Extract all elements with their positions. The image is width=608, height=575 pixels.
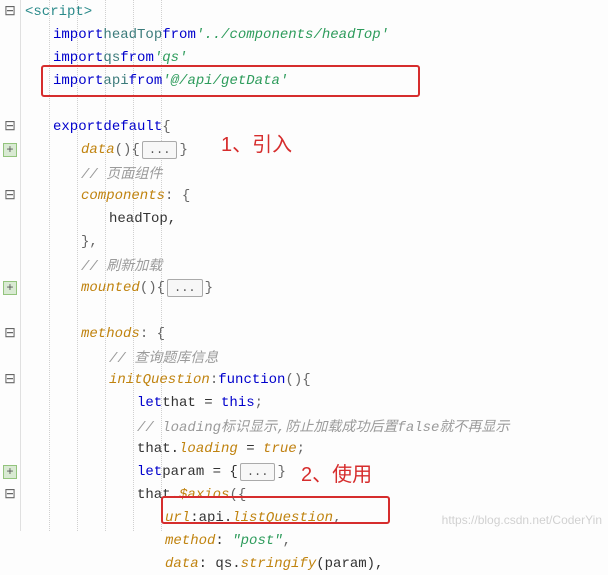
annotation-2: 2、使用 bbox=[301, 458, 372, 487]
fold-gutter: ⊟ ⊟ + ⊟ + ⊟ ⊟ + ⊟ bbox=[0, 0, 21, 531]
code-line: import qs from 'qs' bbox=[25, 46, 608, 69]
code-line: // 页面组件 bbox=[25, 161, 608, 184]
fold-toggle[interactable]: + bbox=[3, 281, 17, 295]
code-line: // 刷新加载 bbox=[25, 253, 608, 276]
fold-toggle[interactable]: ⊟ bbox=[4, 371, 16, 388]
fold-placeholder[interactable]: ... bbox=[240, 463, 276, 481]
code-line: <script> bbox=[25, 0, 608, 23]
fold-toggle[interactable]: ⊟ bbox=[4, 118, 16, 135]
fold-placeholder[interactable]: ... bbox=[167, 279, 203, 297]
code-line: components: { bbox=[25, 184, 608, 207]
code-line: data() {...} bbox=[25, 138, 608, 161]
fold-toggle[interactable]: ⊟ bbox=[4, 187, 16, 204]
code-line: }, bbox=[25, 230, 608, 253]
code-line: import api from '@/api/getData' bbox=[25, 69, 608, 92]
code-area: <script> import headTop from '../compone… bbox=[21, 0, 608, 531]
fold-placeholder[interactable]: ... bbox=[142, 141, 178, 159]
code-line: headTop, bbox=[25, 207, 608, 230]
code-line: methods: { bbox=[25, 322, 608, 345]
code-editor: ⊟ ⊟ + ⊟ + ⊟ ⊟ + ⊟ <script> import hea bbox=[0, 0, 608, 531]
code-line: that.loading = true; bbox=[25, 437, 608, 460]
fold-toggle[interactable]: + bbox=[3, 143, 17, 157]
code-line: mounted(){...} bbox=[25, 276, 608, 299]
fold-toggle[interactable]: ⊟ bbox=[4, 325, 16, 342]
code-line: import headTop from '../components/headT… bbox=[25, 23, 608, 46]
code-line: // 查询题库信息 bbox=[25, 345, 608, 368]
code-line: method: "post", bbox=[25, 529, 608, 552]
code-line: initQuestion:function(){ bbox=[25, 368, 608, 391]
script-open-tag: <script> bbox=[25, 4, 92, 20]
fold-toggle[interactable]: ⊟ bbox=[4, 486, 16, 503]
watermark: https://blog.csdn.net/CoderYin bbox=[442, 513, 602, 527]
code-line: export default { bbox=[25, 115, 608, 138]
fold-toggle[interactable]: + bbox=[3, 465, 17, 479]
code-line: let that = this; bbox=[25, 391, 608, 414]
fold-toggle[interactable]: ⊟ bbox=[4, 3, 16, 20]
code-line: // loading标识显示,防止加载成功后置false就不再显示 bbox=[25, 414, 608, 437]
annotation-1: 1、引入 bbox=[221, 128, 292, 157]
code-line: data: qs.stringify(param), bbox=[25, 552, 608, 575]
